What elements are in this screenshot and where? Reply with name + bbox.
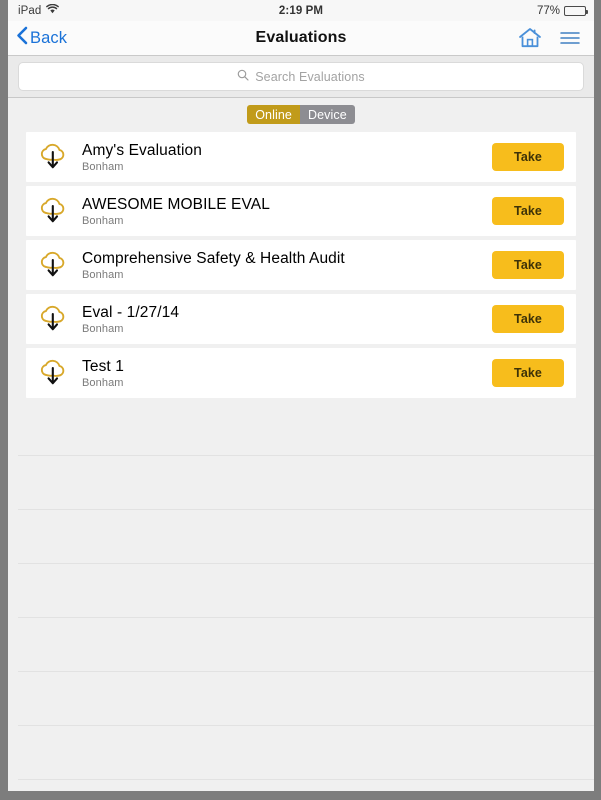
take-button[interactable]: Take [492, 197, 564, 225]
segment-device[interactable]: Device [299, 105, 355, 124]
take-button[interactable]: Take [492, 305, 564, 333]
empty-table-row [18, 402, 594, 456]
evaluation-title: Eval - 1/27/14 [82, 303, 180, 321]
battery-percent-label: 77% [536, 4, 560, 17]
evaluation-row[interactable]: Test 1 Bonham Take [26, 348, 576, 398]
evaluation-list: Amy's Evaluation Bonham Take AWESOME MOBILE… [8, 132, 594, 398]
empty-table-rows [8, 402, 594, 791]
evaluation-title: Amy's Evaluation [82, 141, 202, 159]
filter-segmented-control-container: Online Device [8, 98, 594, 132]
evaluation-title: Test 1 [82, 357, 124, 375]
app-screen: iPad 2:19 PM 77% Back Evaluations Search… [0, 0, 601, 800]
evaluation-subtitle: Bonham [82, 214, 124, 227]
take-button[interactable]: Take [492, 251, 564, 279]
home-icon[interactable] [518, 27, 542, 49]
evaluation-subtitle: Bonham [82, 376, 124, 389]
evaluation-row[interactable]: Amy's Evaluation Bonham Take [26, 132, 576, 182]
take-button[interactable]: Take [492, 143, 564, 171]
hamburger-menu-icon[interactable] [560, 30, 580, 46]
empty-table-row [18, 618, 594, 672]
cloud-download-icon [36, 304, 70, 334]
search-input[interactable]: Search Evaluations [18, 62, 584, 91]
navigation-bar-actions [518, 27, 584, 49]
status-bar-right: 77% [536, 4, 588, 17]
cloud-download-icon [36, 196, 70, 226]
empty-table-row [18, 564, 594, 618]
empty-table-row [18, 780, 594, 791]
evaluation-row[interactable]: Comprehensive Safety & Health Audit Bonha… [26, 240, 576, 290]
chevron-left-icon [16, 26, 28, 50]
evaluation-row-text: Amy's Evaluation Bonham [82, 142, 492, 173]
page-title: Evaluations [255, 29, 347, 46]
evaluation-row-text: AWESOME MOBILE EVAL Bonham [82, 196, 492, 227]
back-button[interactable]: Back [16, 26, 67, 50]
evaluation-row-text: Comprehensive Safety & Health Audit Bonha… [82, 250, 492, 281]
empty-table-row [18, 672, 594, 726]
cloud-download-icon [36, 142, 70, 172]
filter-segmented-control[interactable]: Online Device [247, 105, 355, 124]
evaluation-subtitle: Bonham [82, 268, 124, 281]
navigation-bar: Back Evaluations [8, 21, 594, 56]
segment-online[interactable]: Online [247, 105, 300, 124]
cloud-download-icon [36, 358, 70, 388]
search-icon [237, 68, 249, 86]
status-bar: iPad 2:19 PM 77% [8, 0, 594, 21]
search-placeholder: Search Evaluations [255, 69, 365, 84]
evaluation-title: Comprehensive Safety & Health Audit [82, 249, 345, 267]
evaluation-row[interactable]: Eval - 1/27/14 Bonham Take [26, 294, 576, 344]
evaluation-row[interactable]: AWESOME MOBILE EVAL Bonham Take [26, 186, 576, 236]
cloud-download-icon [36, 250, 70, 280]
empty-table-row [18, 510, 594, 564]
battery-icon [564, 5, 588, 16]
search-bar-container: Search Evaluations [8, 56, 594, 98]
empty-table-row [18, 456, 594, 510]
empty-table-row [18, 726, 594, 780]
evaluation-subtitle: Bonham [82, 322, 124, 335]
evaluation-subtitle: Bonham [82, 160, 124, 173]
evaluation-row-text: Eval - 1/27/14 Bonham [82, 304, 492, 335]
take-button[interactable]: Take [492, 359, 564, 387]
back-button-label: Back [30, 28, 68, 47]
evaluation-title: AWESOME MOBILE EVAL [82, 195, 270, 213]
status-bar-clock: 2:19 PM [278, 4, 324, 17]
evaluation-row-text: Test 1 Bonham [82, 358, 492, 389]
